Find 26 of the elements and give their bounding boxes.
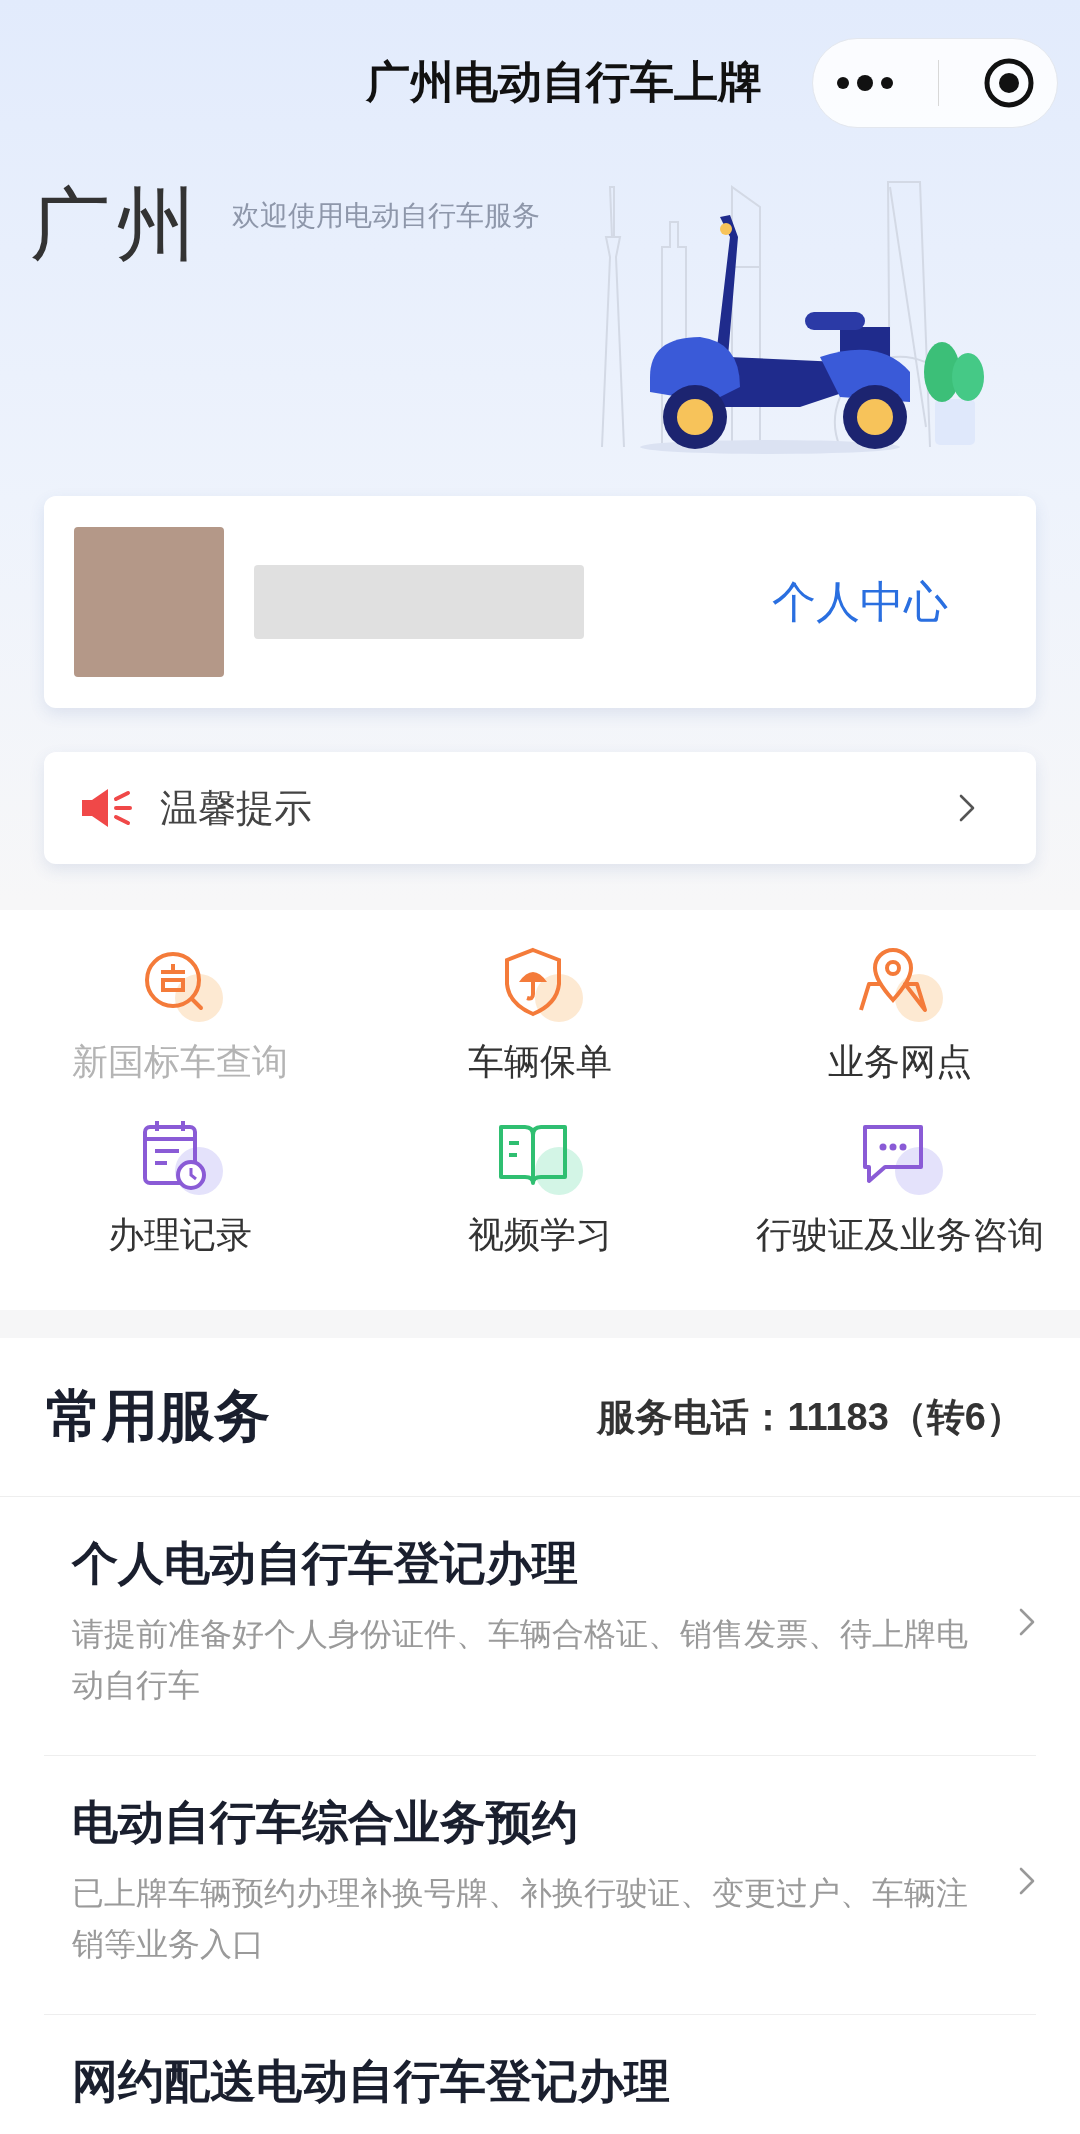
service-phone: 服务电话：11183（转6） <box>597 1394 1024 1440</box>
chevron-right-icon <box>958 793 976 823</box>
city-name: 广州 <box>30 185 202 265</box>
chevron-right-icon <box>1018 1607 1036 1637</box>
page-title: 广州电动自行车上牌 <box>365 56 763 108</box>
target-icon[interactable] <box>983 56 1036 109</box>
shortcut-item[interactable]: 办理记录 <box>0 1117 360 1260</box>
shortcut-item[interactable]: 业务网点 <box>720 944 1080 1087</box>
service-title: 电动自行车综合业务预约 <box>72 1795 579 1850</box>
notice-bar[interactable]: 温馨提示 <box>44 752 1036 864</box>
welcome-text: 欢迎使用电动自行车服务 <box>232 199 540 233</box>
service-item[interactable]: 电动自行车综合业务预约 已上牌车辆预约办理补换号牌、补换行驶证、变更过户、车辆注销等业务入口 <box>44 1756 1036 2015</box>
service-description: 已上牌车辆预约办理补换号牌、补换行驶证、变更过户、车辆注销等业务入口 <box>72 1874 969 1964</box>
service-title: 个人电动自行车登记办理 <box>72 1536 579 1591</box>
more-icon[interactable] <box>834 72 895 93</box>
chevron-right-icon <box>1018 1866 1036 1896</box>
service-description: 请提前准备好个人身份证件、车辆合格证、销售发票、待上牌电动自行车 <box>72 1615 969 1705</box>
service-item[interactable]: 网约配送电动自行车登记办理 <box>44 2015 1036 2134</box>
shortcut-item[interactable]: 车辆保单 <box>360 944 720 1087</box>
service-item[interactable]: 个人电动自行车登记办理 请提前准备好个人身份证件、车辆合格证、销售发票、待上牌电动自行车 <box>44 1497 1036 1756</box>
personal-center-link[interactable]: 个人中心 <box>772 572 948 632</box>
shortcut-item[interactable]: 行驶证及业务咨询 <box>720 1117 1080 1260</box>
section-title: 常用服务 <box>46 1383 270 1449</box>
notice-label: 温馨提示 <box>160 785 313 831</box>
shortcut-item[interactable]: 视频学习 <box>360 1117 720 1260</box>
service-title: 网约配送电动自行车登记办理 <box>72 2054 671 2109</box>
